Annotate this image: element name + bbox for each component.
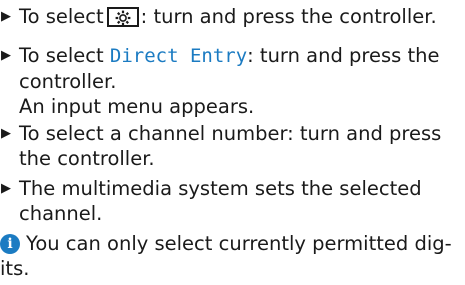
step-text: To select a channel number: turn and pre… [19,121,465,171]
step-line: channel. [19,202,103,225]
instruction-page: ▶ To select: turn and press the control… [0,0,465,285]
gear-icon [106,7,139,27]
step-line: To select a channel number: turn and pre… [19,122,442,145]
step-bullet-icon: ▶ [1,181,11,196]
step-text: To select: turn and press the controlle… [19,4,465,29]
step-bullet-icon: ▶ [1,9,11,24]
step-suffix: : turn and press the controller. [140,5,437,28]
step-line: controller. [19,70,117,93]
step-line: The multimedia system sets the selected [19,177,422,200]
ui-term-direct-entry: Direct Entry [109,45,248,67]
info-icon: i [0,234,20,254]
gear-icon-glyph [115,10,131,26]
step-text: To select Direct Entry: turn and press t… [19,43,465,119]
step-suffix: : turn and press the [247,44,440,67]
step-prefix: To select [19,5,104,28]
step-bullet-icon: ▶ [1,126,11,141]
note-line: You can only select currently permitted … [26,232,452,255]
step-bullet-icon: ▶ [1,48,11,63]
step-line: the controller. [19,147,155,170]
step-line: To select: turn and press the controlle… [19,4,465,29]
step-result: An input menu appears. [19,95,255,118]
step-prefix: To select [19,44,110,67]
step-text: The multimedia system sets the selected … [19,176,465,226]
note-text: You can only select currently permitted … [0,231,465,281]
step-line: To select Direct Entry: turn and press t… [19,43,465,69]
note-line: its. [0,257,30,280]
